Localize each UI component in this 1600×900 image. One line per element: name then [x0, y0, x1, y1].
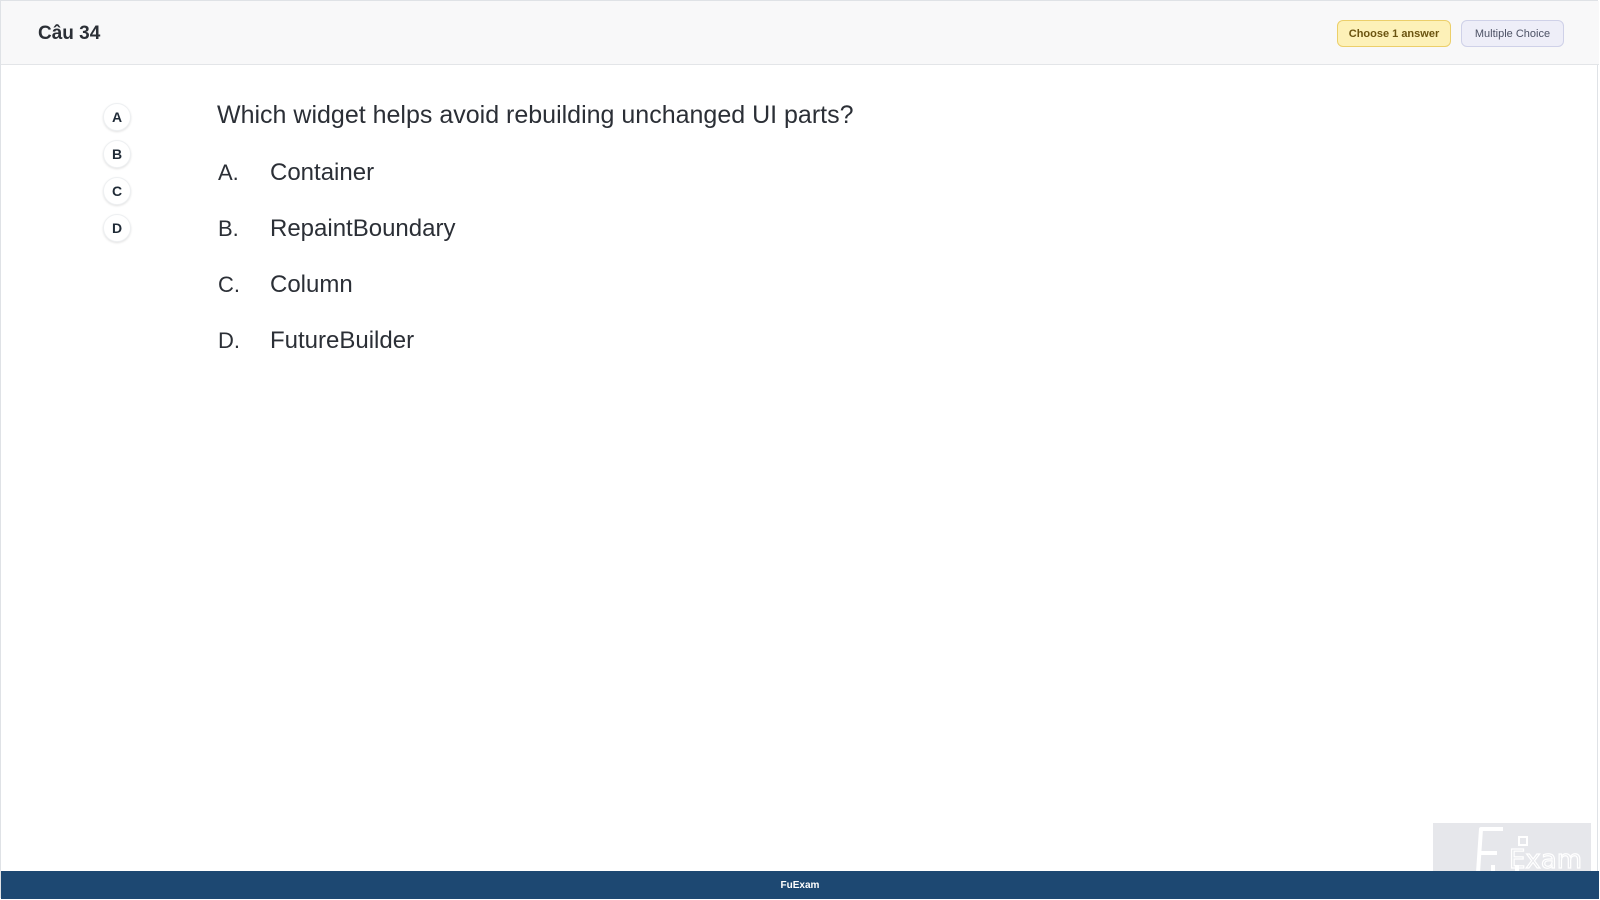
answer-item-c: C. Column — [218, 271, 455, 327]
answer-item-b: B. RepaintBoundary — [218, 215, 455, 271]
answer-text: Column — [270, 271, 353, 298]
select-option-d-button[interactable]: D — [103, 214, 131, 242]
answer-letter: B. — [218, 216, 239, 241]
answer-letter: A. — [218, 160, 239, 185]
choose-answer-badge: Choose 1 answer — [1337, 20, 1451, 47]
exam-window: Câu 34 Choose 1 answer Multiple Choice A… — [0, 0, 1599, 899]
question-type-badge: Multiple Choice — [1461, 20, 1564, 47]
question-header: Câu 34 Choose 1 answer Multiple Choice — [1, 1, 1599, 65]
answer-text: RepaintBoundary — [270, 215, 456, 242]
select-option-b-button[interactable]: B — [103, 140, 131, 168]
footer-bar: FuExam — [1, 871, 1599, 899]
answer-letter: C. — [218, 272, 240, 297]
answer-item-d: D. FutureBuilder — [218, 327, 455, 383]
answer-letter: D. — [218, 328, 240, 353]
answer-item-a: A. Container — [218, 159, 455, 215]
answer-text: Container — [270, 159, 375, 186]
select-option-a-button[interactable]: A — [103, 103, 131, 131]
question-number: Câu 34 — [38, 23, 101, 44]
answer-selector: A B C D — [103, 103, 131, 251]
select-option-c-button[interactable]: C — [103, 177, 131, 205]
question-text: Which widget helps avoid rebuilding unch… — [217, 101, 854, 129]
answer-list: A. Container B. RepaintBoundary C. Colum… — [218, 159, 455, 383]
answer-text: FutureBuilder — [270, 327, 415, 354]
